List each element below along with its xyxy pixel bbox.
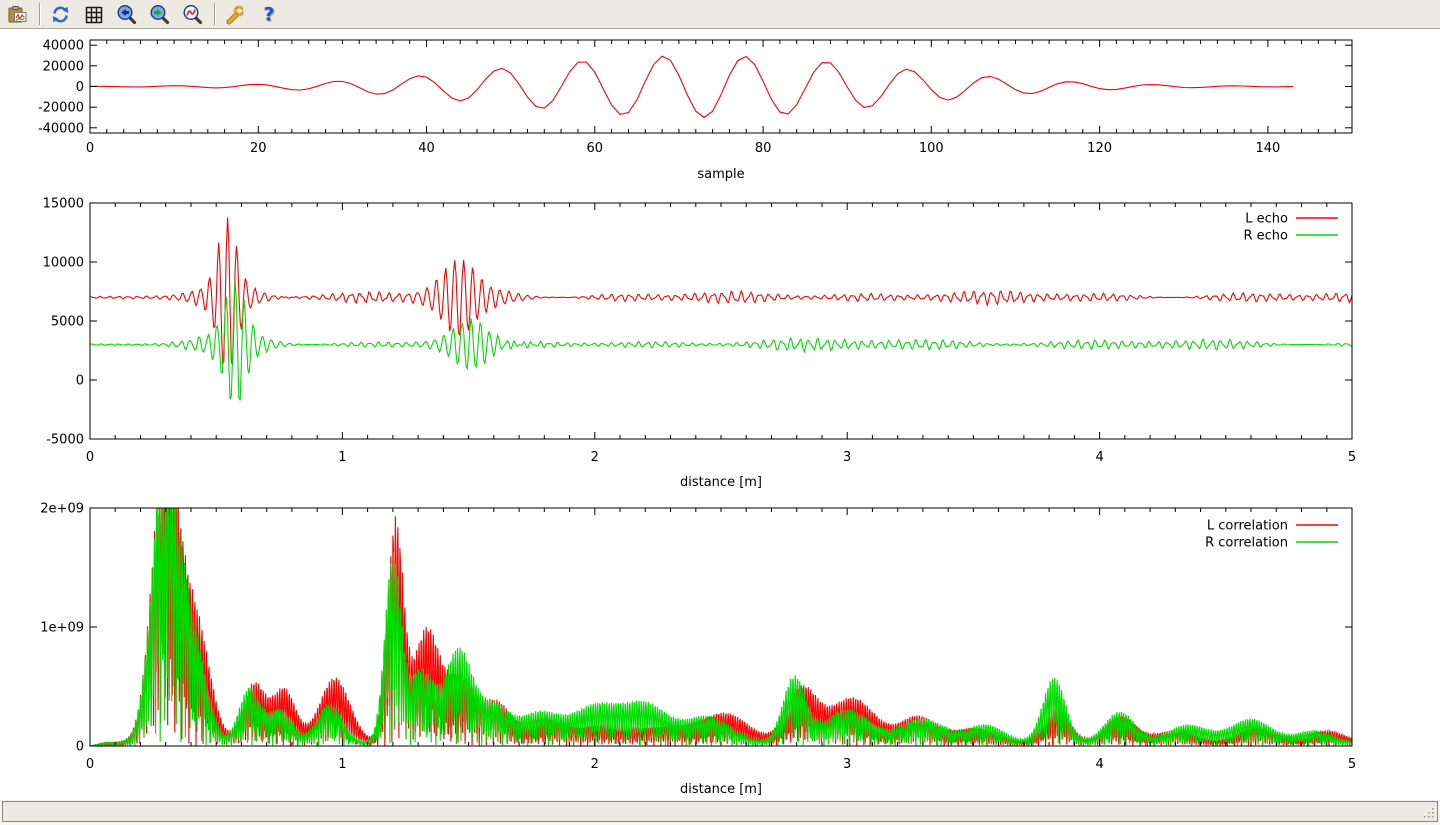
x-tick-label: 4	[1095, 757, 1103, 772]
legend-label: R correlation	[1205, 536, 1288, 551]
x-tick-label: 0	[86, 757, 94, 772]
x-tick-label: 0	[86, 450, 94, 465]
plots-svg[interactable]: 020406080100120140-40000-200000200004000…	[0, 30, 1440, 800]
help-button[interactable]: ? ?	[255, 1, 281, 27]
series-l-correlation	[90, 508, 1352, 746]
y-tick-label: 2e+09	[40, 502, 84, 517]
x-tick-label: 2	[591, 757, 599, 772]
x-tick-label: 60	[587, 141, 604, 156]
config-wrench-icon	[225, 4, 246, 25]
resize-grip[interactable]	[1423, 807, 1436, 820]
plot-border	[90, 203, 1352, 439]
y-tick-label: 40000	[43, 39, 84, 54]
y-tick-label: 20000	[43, 59, 84, 74]
x-tick-label: 140	[1255, 141, 1280, 156]
plot-canvas[interactable]: 020406080100120140-40000-200000200004000…	[0, 30, 1440, 800]
x-tick-label: 100	[919, 141, 944, 156]
x-axis-label: sample	[697, 167, 744, 182]
legend-label: L correlation	[1207, 519, 1288, 534]
copy-to-clipboard-button[interactable]	[4, 1, 30, 27]
y-tick-label: -20000	[38, 101, 84, 116]
plot-echo[interactable]: 012345-5000050001000015000distance [m]L …	[43, 197, 1357, 491]
plot-chirp[interactable]: 0 20 40 60 80 100 120 140 -40000 -20000 0 20000 4000…	[38, 39, 1352, 182]
x-tick-label: 1	[338, 450, 346, 465]
toolbar: ? ?	[0, 0, 1440, 29]
x-tick-label: 20	[250, 141, 267, 156]
legend: L echo R echo	[1243, 212, 1338, 244]
x-tick-label: 5	[1348, 450, 1356, 465]
x-axis-label: distance [m]	[680, 475, 762, 490]
legend: L correlation R correlation	[1205, 519, 1338, 551]
x-tick-label: 3	[843, 757, 851, 772]
toolbar-separator	[39, 3, 41, 25]
zoom-previous-button[interactable]	[113, 1, 139, 27]
grid-icon	[83, 4, 104, 25]
x-tick-label: 0	[86, 141, 94, 156]
autoscale-button[interactable]	[179, 1, 205, 27]
y-tick-label: 15000	[43, 197, 84, 212]
zoom-previous-icon	[116, 4, 137, 25]
x-axis-label: distance [m]	[680, 782, 762, 797]
x-tick-label: 4	[1095, 450, 1103, 465]
toggle-grid-button[interactable]	[80, 1, 106, 27]
status-bar	[2, 801, 1438, 822]
refresh-icon	[50, 4, 71, 25]
x-tick-label: 5	[1348, 757, 1356, 772]
y-tick-label: 5000	[51, 315, 84, 330]
legend-label: L echo	[1245, 212, 1288, 227]
y-tick-label: -40000	[38, 121, 84, 136]
help-icon: ? ?	[258, 4, 279, 25]
y-tick-label: 0	[76, 740, 84, 755]
plot-border	[90, 40, 1352, 133]
y-tick-label: 0	[76, 374, 84, 389]
x-tick-label: 2	[591, 450, 599, 465]
replot-button[interactable]	[47, 1, 73, 27]
x-tick-label: 40	[418, 141, 435, 156]
y-tick-label: 0	[76, 80, 84, 95]
y-tick-label: 1e+09	[40, 621, 84, 636]
configuration-button[interactable]	[222, 1, 248, 27]
toolbar-separator	[214, 3, 216, 25]
copy-plot-icon	[7, 4, 28, 25]
autoscale-icon	[182, 4, 203, 25]
series-chirp	[90, 56, 1293, 117]
zoom-next-button[interactable]	[146, 1, 172, 27]
y-tick-label: -5000	[46, 433, 84, 448]
gnuplot-window: ? ? 020406080100120140-40000-20000020000…	[0, 0, 1440, 825]
zoom-next-icon	[149, 4, 170, 25]
x-tick-label: 3	[843, 450, 851, 465]
x-tick-label: 80	[755, 141, 772, 156]
y-tick-label: 10000	[43, 256, 84, 271]
legend-label: R echo	[1243, 229, 1288, 244]
svg-text:?: ?	[263, 4, 274, 25]
status-area	[0, 800, 1440, 825]
x-tick-label: 120	[1087, 141, 1112, 156]
x-tick-label: 1	[338, 757, 346, 772]
plot-correlation[interactable]: 0 1 2 3 4 5 0 1e+09 2e+09 distance [m] L correlati…	[40, 502, 1356, 798]
